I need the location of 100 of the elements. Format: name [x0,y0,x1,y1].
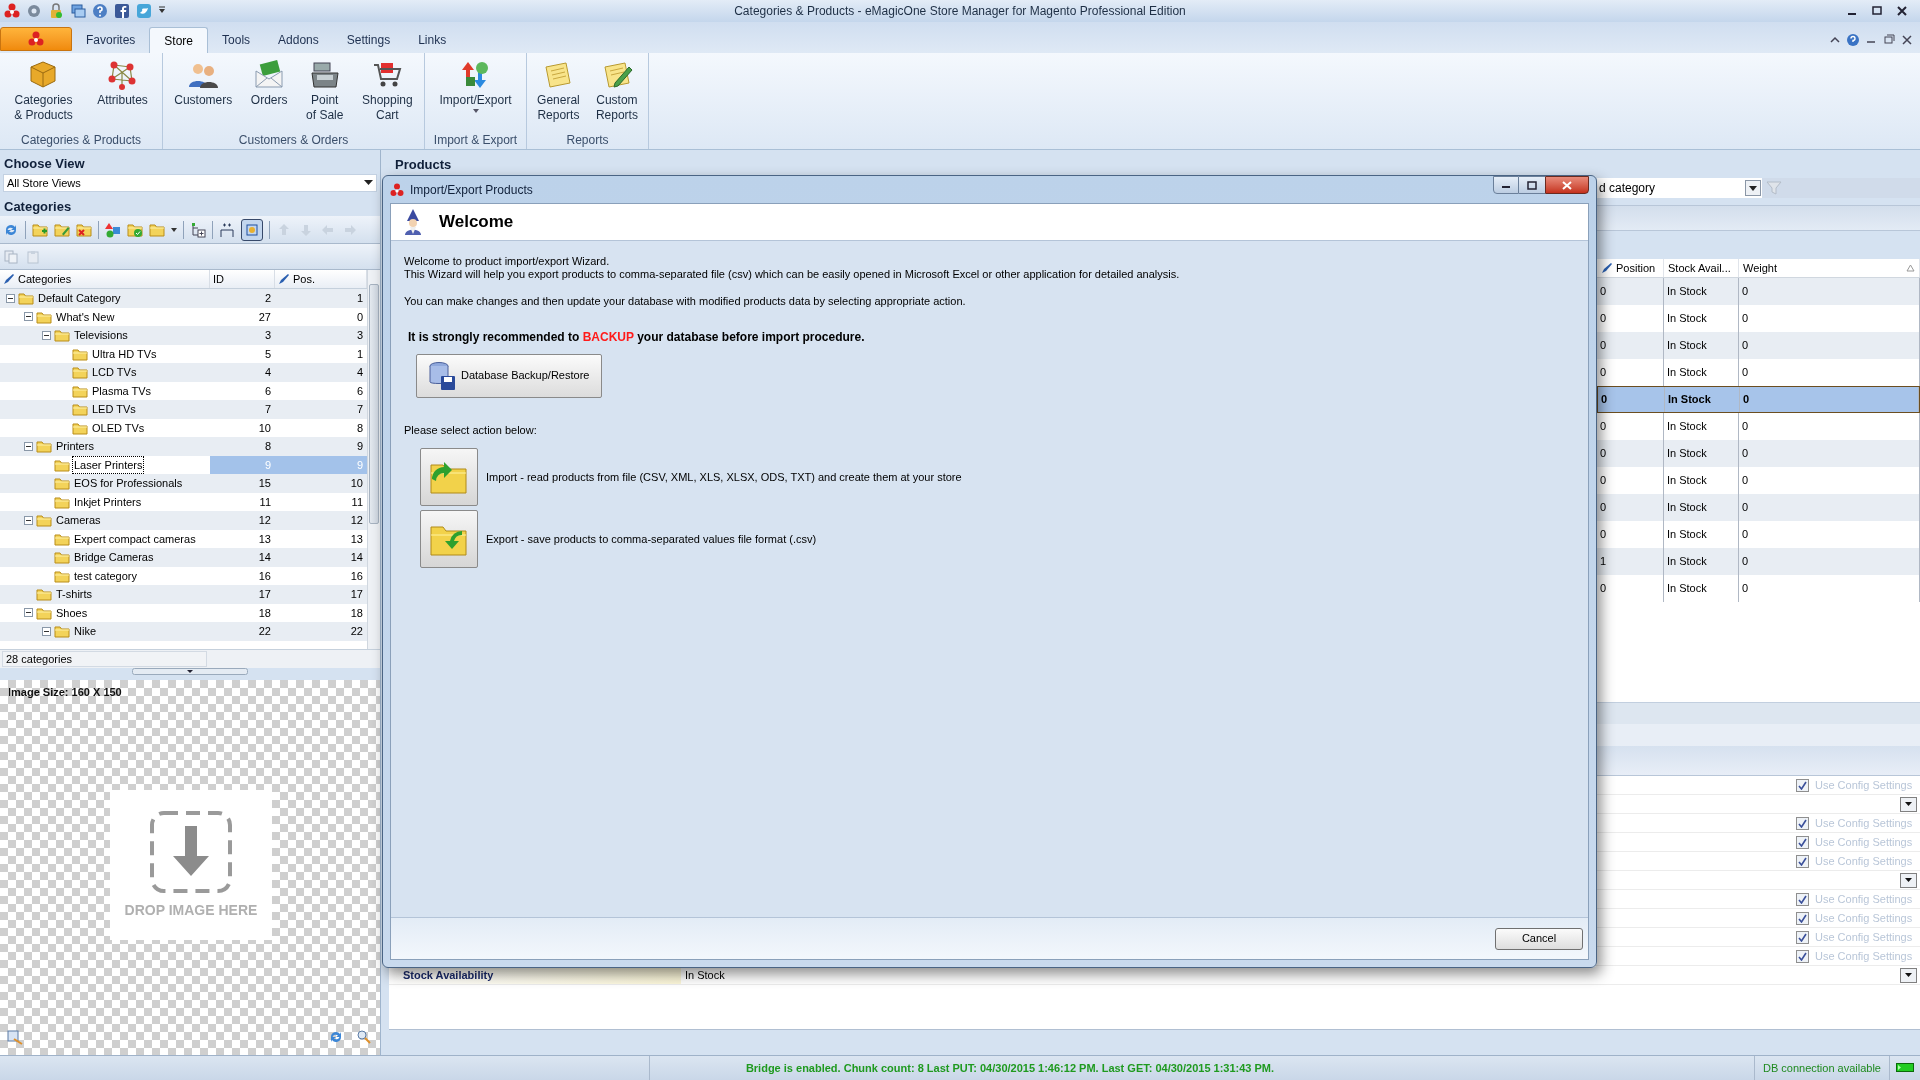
collapse-icon[interactable] [24,441,33,451]
folder-edit-icon[interactable] [54,221,70,238]
window-title: Categories & Products - eMagicOne Store Manager for Magento Professional Edition [733,3,1187,20]
tree-row[interactable]: Televisions 3 3 [0,326,367,345]
close-icon [1562,180,1572,190]
grid-row[interactable]: 0 In Stock 0 [1597,332,1920,359]
id-cell-text: 17 [257,587,272,602]
column-header[interactable]: ID [210,270,275,288]
refresh-icon[interactable] [328,1029,344,1045]
ribbon-button[interactable]: Customers [171,57,236,108]
bird-icon[interactable] [136,3,152,19]
tree-row[interactable]: LED TVs 7 7 [0,400,367,419]
grid-row[interactable]: 0 In Stock 0 [1597,467,1920,494]
tree-row[interactable]: EOS for Professionals 15 10 [0,474,367,493]
collapse-icon[interactable] [42,330,51,340]
ribbon-button[interactable]: General Reports [534,57,583,123]
grid-row[interactable]: 0 In Stock 0 [1597,440,1920,467]
ribbon-button[interactable]: Shopping Cart [358,57,416,123]
ribbon-tab[interactable]: Tools [208,27,265,53]
note-text: You can make changes and then update your database with modified products data by selecting appropriate action. [404,294,967,309]
id-cell-text: 6 [263,383,272,399]
tree-row[interactable]: Bridge Cameras 14 14 [0,548,367,567]
restore-icon[interactable] [1882,33,1896,47]
import-button[interactable] [420,448,478,506]
grid-row[interactable]: 0 In Stock 0 [1597,521,1920,548]
pencil-icon [3,273,15,285]
grid-row[interactable]: 0 In Stock 0 [1597,575,1920,602]
grid-row[interactable]: 0 In Stock 0 [1597,494,1920,521]
image-tool-icon[interactable] [6,1029,24,1045]
shapes-icon[interactable] [105,221,121,238]
lock-icon[interactable] [48,3,64,19]
grid-row[interactable]: 1 In Stock 0 [1597,548,1920,575]
tree-row[interactable]: Default Category 2 1 [0,289,367,308]
app-logo-icon[interactable] [4,3,20,19]
ribbon-tab[interactable]: Addons [264,27,333,53]
caret-icon[interactable] [171,227,177,232]
column-header[interactable]: Stock Avail... [1664,259,1739,277]
cancel-button[interactable]: Cancel [1495,927,1583,950]
ribbon-tab[interactable]: Links [404,27,461,53]
close-button[interactable] [1545,176,1589,194]
tree-row[interactable]: T-shirts 17 17 [0,585,367,604]
id-cell-text: 27 [257,309,272,325]
maximize-button[interactable] [1519,176,1545,194]
ribbon-tab[interactable]: Favorites [72,27,150,53]
windows-icon[interactable] [70,3,86,19]
grid-row[interactable]: 0 In Stock 0 [1597,386,1920,413]
folder-icon [18,291,34,306]
app-logo-icon [28,31,44,47]
collapse-icon[interactable] [6,293,15,303]
ribbon-tab[interactable]: Store [149,27,209,53]
caret-icon [1905,802,1912,806]
folder-add-icon[interactable] [32,221,48,238]
help-icon[interactable] [92,3,108,19]
splitter-handle-icon[interactable] [132,668,248,676]
ribbon-button[interactable]: Categories & Products [11,57,76,123]
folder-icon [36,513,52,528]
scrollbar[interactable] [367,270,380,649]
collapse-icon[interactable] [24,608,33,618]
close-icon[interactable] [1900,33,1914,47]
folder-delete-icon[interactable] [76,221,92,238]
tree-row[interactable]: Cameras 12 12 [0,511,367,530]
dropdown-button[interactable] [1900,796,1917,812]
tree-row[interactable]: Nike 22 22 [0,622,367,641]
ribbon-button[interactable]: Attributes [94,57,151,108]
column-header[interactable]: Weight [1739,259,1920,277]
minimize-button[interactable] [1493,176,1519,194]
ribbon-button[interactable]: Custom Reports [592,57,641,123]
grid-row[interactable]: 0 In Stock 0 [1597,413,1920,440]
dropdown-button[interactable] [1900,967,1917,983]
store-view-dropdown[interactable]: All Store Views [3,174,377,192]
application-menu-button[interactable] [0,27,72,51]
settings-icon[interactable] [26,3,42,19]
intro-text: Welcome to product import/export Wizard. [404,255,611,268]
grid-row[interactable]: 0 In Stock 0 [1597,305,1920,332]
zoom-icon[interactable] [356,1029,372,1045]
tree-row[interactable]: LCD TVs 4 4 [0,363,367,382]
tree-row[interactable]: Printers 8 9 [0,437,367,456]
collapse-icon[interactable] [42,626,51,636]
export-button[interactable] [420,510,478,568]
ribbon-button[interactable]: Import/Export [436,57,515,114]
ribbon-tab[interactable]: Settings [332,27,405,53]
collapse-icon[interactable] [24,515,33,525]
dropdown-button[interactable] [1900,872,1917,888]
grid-row[interactable]: 0 In Stock 0 [1597,359,1920,386]
app-logo-icon [390,182,404,197]
expand-icon[interactable] [219,221,235,238]
folder-check-icon[interactable] [127,221,143,238]
image-drop-area[interactable]: Image Size: 160 X 150 DROP IMAGE HERE [0,680,380,1055]
collapse-icon[interactable] [24,312,33,322]
column-header[interactable]: Categories [0,270,210,288]
grid-row[interactable]: 0 In Stock 0 [1597,278,1920,305]
facebook-icon[interactable] [114,3,130,19]
ribbon-button[interactable]: Orders [247,57,291,108]
envelope-icon [253,59,286,91]
backup-restore-button[interactable]: Database Backup/Restore [416,353,602,398]
category-filter-dropdown[interactable]: d category [1597,178,1762,198]
fit-button[interactable] [241,218,263,241]
help-icon[interactable] [1846,33,1860,47]
ribbon-button[interactable]: Point of Sale [303,57,347,123]
tree-add-icon[interactable] [190,221,206,238]
